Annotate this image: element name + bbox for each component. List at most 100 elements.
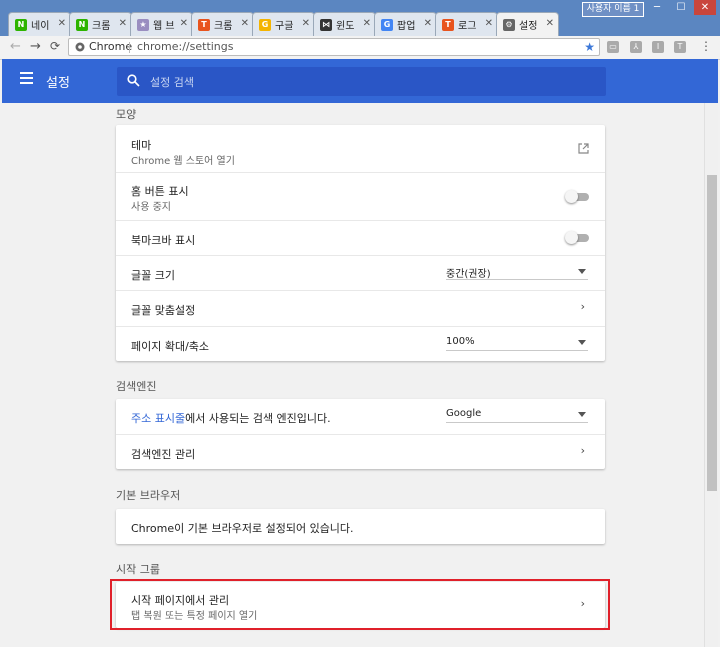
- browser-tab[interactable]: G 팝업 ✕: [374, 12, 437, 36]
- bookmarks-bar-row: 북마크바 표시: [116, 220, 605, 255]
- minimize-button[interactable]: ─: [646, 0, 668, 15]
- open-external-icon[interactable]: [578, 143, 589, 154]
- dropdown-arrow-icon: [578, 269, 586, 274]
- settings-content: 모양 테마 Chrome 웹 스토어 열기 홈 버튼 표시 사용 중지 북마크바…: [2, 103, 718, 647]
- close-tab-icon[interactable]: ✕: [485, 18, 493, 29]
- section-title-search-engine: 검색엔진: [116, 380, 157, 393]
- gear-icon: ⚙: [503, 18, 515, 31]
- chrome-menu-icon[interactable]: ⋮: [700, 39, 712, 53]
- scrollbar-thumb[interactable]: [707, 175, 717, 491]
- tab-label: 설정: [519, 21, 538, 32]
- search-engine-select[interactable]: Google: [446, 408, 588, 423]
- browser-tab[interactable]: T 크롬 ✕: [191, 12, 254, 36]
- scrollbar[interactable]: [704, 103, 718, 647]
- browser-tab[interactable]: G 구글 ✕: [252, 12, 315, 36]
- section-title-startup: 시작 그룹: [116, 563, 160, 576]
- home-button-row: 홈 버튼 표시 사용 중지: [116, 172, 605, 220]
- toggle-knob: [565, 190, 578, 203]
- close-tab-icon[interactable]: ✕: [119, 18, 127, 29]
- close-tab-icon[interactable]: ✕: [546, 18, 554, 29]
- tab-label: 로그: [458, 21, 477, 32]
- tab-label: 웹 브: [153, 21, 175, 32]
- google-icon: G: [381, 18, 393, 31]
- font-size-row: 글꼴 크기 중간(권장): [116, 255, 605, 290]
- settings-search-input[interactable]: 설정 검색: [117, 67, 606, 96]
- close-tab-icon[interactable]: ✕: [241, 18, 249, 29]
- search-placeholder: 설정 검색: [150, 76, 194, 89]
- section-title-default-browser: 기본 브라우저: [116, 489, 181, 502]
- dropdown-arrow-icon: [578, 412, 586, 417]
- hamburger-menu-icon[interactable]: [20, 72, 33, 87]
- page-zoom-select[interactable]: 100%: [446, 336, 588, 351]
- extension-icon[interactable]: I: [652, 41, 664, 53]
- highlight-box: [110, 579, 610, 630]
- tab-label: 윈도: [336, 21, 355, 32]
- tab-strip: N 네이 ✕ N 크롬 ✕ ★ 웹 브 ✕ T 크롬 ✕ G 구글 ✕ ⋈ 윈도 ✕ G 팝업 ✕ T 로그 ✕ ⚙ 설정 ✕: [8, 12, 559, 36]
- address-bar[interactable]: Chrome chrome://settings ★: [68, 38, 600, 56]
- appearance-card: 테마 Chrome 웹 스토어 열기 홈 버튼 표시 사용 중지 북마크바 표시…: [116, 125, 605, 361]
- bookmarks-bar-toggle[interactable]: [565, 231, 589, 244]
- tab-label: 크롬: [214, 21, 233, 32]
- extension-icon[interactable]: T: [674, 41, 686, 53]
- browser-tab[interactable]: ⚙ 설정 ✕: [496, 12, 559, 36]
- customize-fonts-row[interactable]: 글꼴 맞춤설정 ›: [116, 290, 605, 326]
- search-engine-description-text: 에서 사용되는 검색 엔진입니다.: [185, 412, 331, 425]
- close-tab-icon[interactable]: ✕: [363, 18, 371, 29]
- default-browser-card: Chrome이 기본 브라우저로 설정되어 있습니다.: [116, 509, 605, 544]
- back-button[interactable]: ←: [10, 39, 21, 54]
- bookmark-star-icon[interactable]: ★: [584, 39, 595, 55]
- default-browser-row: Chrome이 기본 브라우저로 설정되어 있습니다.: [116, 509, 605, 544]
- browser-tab[interactable]: N 네이 ✕: [8, 12, 71, 36]
- tab-label: 네이: [31, 21, 50, 32]
- tab-label: 팝업: [397, 21, 416, 32]
- maximize-button[interactable]: ☐: [670, 0, 692, 15]
- font-size-select[interactable]: 중간(권장): [446, 265, 588, 280]
- tistory-icon: T: [442, 18, 454, 31]
- theme-row[interactable]: 테마 Chrome 웹 스토어 열기: [116, 125, 605, 172]
- close-tab-icon[interactable]: ✕: [58, 18, 66, 29]
- theme-label: 테마: [131, 139, 152, 152]
- naver-icon: N: [76, 18, 88, 31]
- extension-icon[interactable]: ▭: [607, 41, 619, 53]
- home-button-toggle[interactable]: [565, 190, 589, 203]
- site-info[interactable]: Chrome: [75, 39, 132, 55]
- chrome-icon: [75, 42, 85, 52]
- forward-button[interactable]: →: [30, 39, 41, 54]
- page-zoom-row: 페이지 확대/축소 100%: [116, 326, 605, 361]
- font-size-value: 중간(권장): [446, 269, 491, 280]
- browser-tab[interactable]: ⋈ 윈도 ✕: [313, 12, 376, 36]
- profile-button[interactable]: 사용자 이름 1: [582, 2, 644, 17]
- reload-button[interactable]: ⟳: [50, 39, 60, 53]
- close-tab-icon[interactable]: ✕: [180, 18, 188, 29]
- address-bar-link[interactable]: 주소 표시줄: [131, 412, 185, 425]
- toggle-knob: [565, 231, 578, 244]
- customize-fonts-label: 글꼴 맞춤설정: [131, 304, 196, 317]
- butterfly-icon: ⋈: [320, 18, 332, 31]
- home-button-label: 홈 버튼 표시: [131, 185, 189, 198]
- google-icon: G: [259, 18, 271, 31]
- tab-label: 구글: [275, 21, 294, 32]
- browser-tab[interactable]: T 로그 ✕: [435, 12, 498, 36]
- url-text[interactable]: chrome://settings: [137, 39, 234, 55]
- search-engine-value: Google: [446, 408, 482, 419]
- browser-tab[interactable]: N 크롬 ✕: [69, 12, 132, 36]
- default-browser-status: Chrome이 기본 브라우저로 설정되어 있습니다.: [131, 522, 354, 535]
- search-icon: [127, 74, 140, 87]
- close-tab-icon[interactable]: ✕: [302, 18, 310, 29]
- close-window-button[interactable]: ✕: [694, 0, 716, 15]
- search-engine-card: 주소 표시줄에서 사용되는 검색 엔진입니다. Google 검색엔진 관리 ›: [116, 399, 605, 469]
- manage-search-engines-row[interactable]: 검색엔진 관리 ›: [116, 434, 605, 469]
- theme-sublabel: Chrome 웹 스토어 열기: [131, 156, 235, 167]
- page-zoom-label: 페이지 확대/축소: [131, 340, 210, 353]
- section-title-appearance: 모양: [116, 108, 137, 121]
- toolbar: ← → ⟳ Chrome chrome://settings ★ ▭ ⅄ I T…: [0, 36, 720, 60]
- search-engine-description: 주소 표시줄에서 사용되는 검색 엔진입니다.: [131, 410, 331, 426]
- browser-tab[interactable]: ★ 웹 브 ✕: [130, 12, 193, 36]
- site-label: Chrome: [89, 40, 133, 53]
- chevron-right-icon: ›: [580, 444, 585, 457]
- settings-header: 설정 설정 검색: [2, 59, 718, 103]
- extension-icon[interactable]: ⅄: [630, 41, 642, 53]
- bookmarks-bar-label: 북마크바 표시: [131, 234, 196, 247]
- close-tab-icon[interactable]: ✕: [424, 18, 432, 29]
- search-engine-row: 주소 표시줄에서 사용되는 검색 엔진입니다. Google: [116, 399, 605, 434]
